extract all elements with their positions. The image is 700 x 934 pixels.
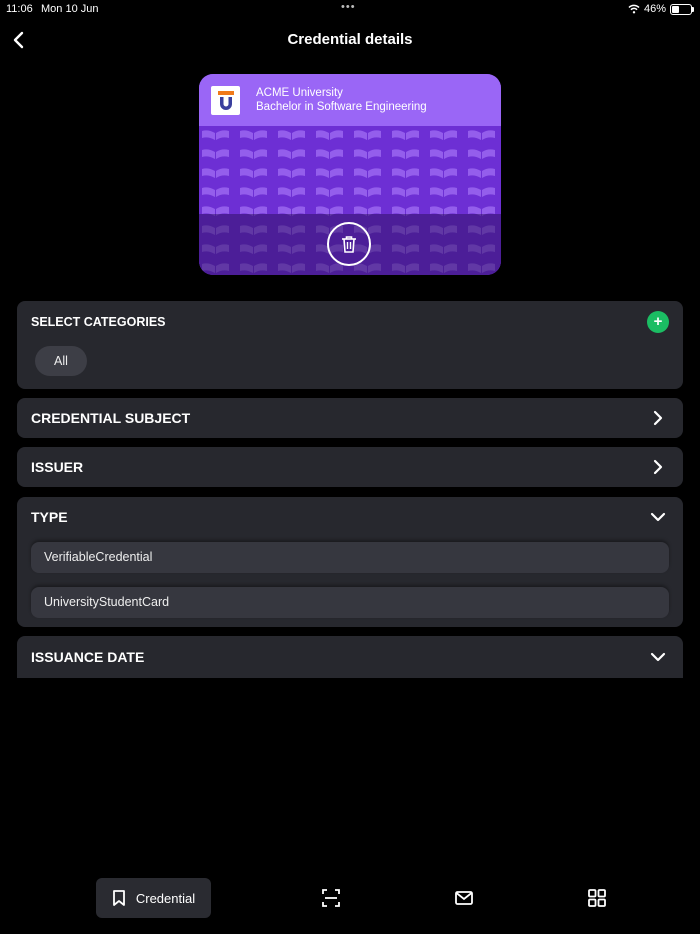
- chevron-down-icon: [649, 648, 667, 666]
- chevron-right-icon: [649, 409, 667, 427]
- bookmark-icon: [112, 890, 125, 906]
- card-header: ACME University Bachelor in Software Eng…: [199, 74, 501, 126]
- battery-percent: 46%: [643, 3, 666, 15]
- tab-messages[interactable]: [454, 888, 474, 908]
- status-right: 46%: [628, 3, 694, 15]
- tab-credential[interactable]: Credential: [96, 878, 211, 918]
- type-section: TYPE VerifiableCredential UniversityStud…: [17, 497, 683, 627]
- header: Credential details: [0, 28, 700, 52]
- type-item: VerifiableCredential: [31, 542, 669, 573]
- status-date: Mon 10 Jun: [41, 3, 99, 15]
- issuance-date-label: ISSUANCE DATE: [31, 649, 145, 665]
- tab-scan[interactable]: [321, 888, 341, 908]
- grid-icon: [588, 889, 606, 907]
- issuer-label: ISSUER: [31, 459, 84, 475]
- trash-icon: [342, 236, 356, 253]
- card-issuer: ACME University: [256, 87, 343, 99]
- tab-credential-label: Credential: [135, 890, 196, 906]
- chevron-down-icon[interactable]: [649, 508, 667, 526]
- university-logo: [211, 86, 240, 115]
- credential-card[interactable]: ACME University Bachelor in Software Eng…: [199, 74, 501, 275]
- add-category-button[interactable]: +: [647, 311, 669, 333]
- card-credential-name: Bachelor in Software Engineering: [256, 101, 427, 113]
- battery-icon: [670, 3, 694, 15]
- delete-button[interactable]: [327, 222, 371, 266]
- type-label[interactable]: TYPE: [31, 509, 68, 525]
- tab-apps[interactable]: [587, 888, 607, 908]
- issuance-date-section[interactable]: ISSUANCE DATE: [17, 636, 683, 678]
- page-title: Credential details: [287, 31, 413, 48]
- card-text: ACME University Bachelor in Software Eng…: [256, 86, 427, 114]
- mail-icon: [455, 891, 473, 905]
- status-time: 11:06: [6, 3, 33, 15]
- credential-subject-section[interactable]: CREDENTIAL SUBJECT: [17, 398, 683, 438]
- multitasking-dots[interactable]: •••: [341, 1, 356, 13]
- wifi-icon: [628, 4, 640, 14]
- chevron-right-icon: [649, 458, 667, 476]
- categories-label: SELECT CATEGORIES: [31, 315, 166, 329]
- credential-subject-label: CREDENTIAL SUBJECT: [31, 410, 191, 426]
- category-chip-all[interactable]: All: [35, 346, 87, 376]
- issuer-section[interactable]: ISSUER: [17, 447, 683, 487]
- status-bar: 11:06 Mon 10 Jun ••• 46%: [0, 0, 700, 20]
- tab-bar: Credential: [0, 878, 700, 918]
- categories-panel: SELECT CATEGORIES + All: [17, 301, 683, 389]
- scan-icon: [322, 889, 340, 907]
- type-item: UniversityStudentCard: [31, 587, 669, 618]
